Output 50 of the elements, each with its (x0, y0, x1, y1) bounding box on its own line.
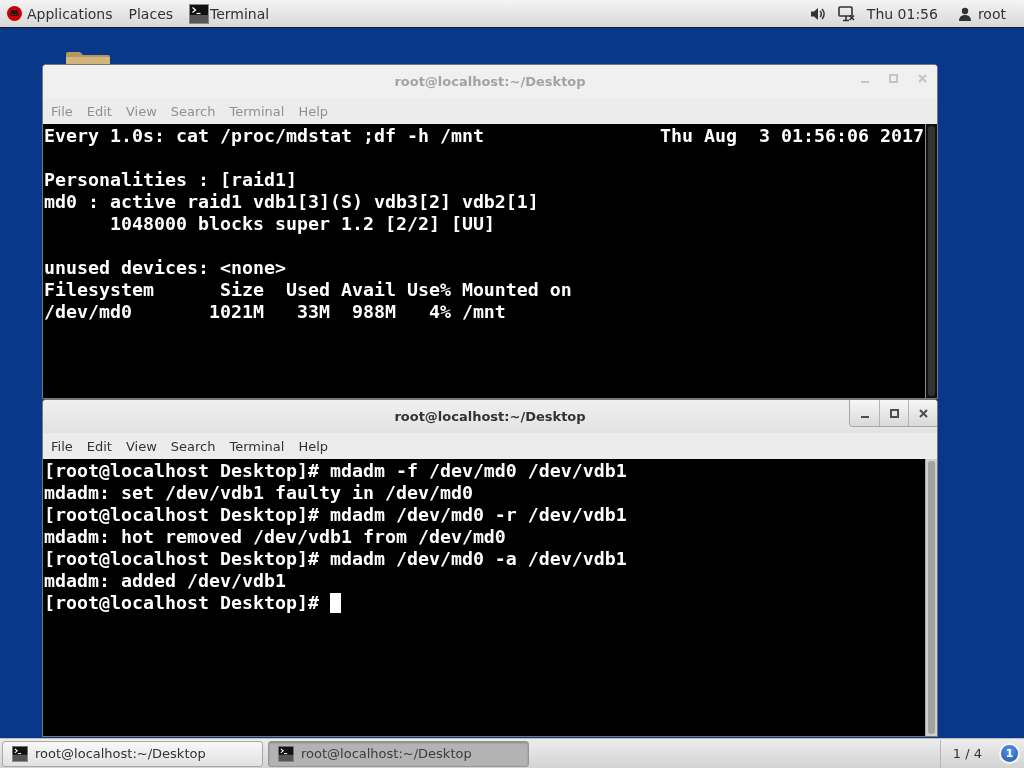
maximize-icon (889, 73, 898, 83)
terminal-line: 1048000 blocks super 1.2 [2/2] [UU] (110, 213, 495, 235)
taskbar-button[interactable]: root@localhost:~/Desktop (2, 740, 263, 767)
terminal-line: unused devices: <none> (44, 257, 286, 279)
scrollbar[interactable] (925, 124, 937, 398)
menu-item[interactable]: Terminal (222, 434, 292, 458)
minimize-icon (860, 415, 869, 418)
taskbar-button[interactable]: root@localhost:~/Desktop (268, 740, 529, 767)
terminal-line: md0 : active raid1 vdb1[3](S) vdb3[2] vdb2[1] (44, 191, 539, 213)
app-menu[interactable]: Terminal (188, 0, 270, 27)
menu-item[interactable]: Search (163, 434, 223, 458)
close-icon (918, 408, 928, 418)
scrollbar[interactable] (925, 459, 937, 736)
watch-command: Every 1.0s: cat /proc/mdstat ;df -h /mnt (44, 125, 484, 147)
maximize-button[interactable] (879, 400, 908, 426)
maximize-icon (889, 408, 899, 418)
hat-icon (7, 6, 22, 21)
minimize-button[interactable] (850, 400, 879, 426)
user-icon (957, 6, 972, 21)
terminal-icon (11, 745, 29, 762)
menu-item[interactable]: File (44, 434, 80, 458)
volume-icon[interactable] (809, 5, 826, 22)
menu-item[interactable]: Edit (79, 434, 119, 458)
close-button[interactable] (908, 400, 937, 426)
terminal-line: [root@localhost Desktop]# (44, 592, 319, 614)
terminal-line: mdadm: hot removed /dev/vdb1 from /dev/md0 (44, 526, 506, 548)
minimize-icon (860, 80, 869, 83)
menu-item[interactable]: View (118, 434, 164, 458)
menu-item[interactable]: Help (291, 434, 336, 458)
computer-icon[interactable] (837, 5, 855, 22)
places-menu[interactable]: Places (120, 0, 182, 27)
applications-menu[interactable]: Applications (0, 0, 121, 27)
window-title: root@localhost:~/Desktop (394, 408, 586, 424)
terminal-line: [root@localhost Desktop]# mdadm /dev/md0 -r /dev/vdb1 (44, 504, 627, 526)
terminal-line: [root@localhost Desktop]# mdadm -f /dev/md0 /dev/vdb1 (44, 460, 627, 482)
terminal-line: /dev/md0 1021M 33M 988M 4% /mnt (44, 301, 506, 323)
clock[interactable]: Thu 01:56 (860, 0, 950, 27)
close-icon (918, 73, 927, 83)
folder-icon (66, 52, 110, 64)
terminal-line: mdadm: set /dev/vdb1 faulty in /dev/md0 (44, 482, 473, 504)
terminal-line: [root@localhost Desktop]# mdadm /dev/md0 -a /dev/vdb1 (44, 548, 627, 570)
watch-timestamp: Thu Aug 3 01:56:06 2017 (660, 125, 924, 147)
terminal-icon (277, 745, 295, 762)
terminal-line: mdadm: added /dev/vdb1 (44, 570, 286, 592)
terminal-line: Personalities : [raid1] (44, 169, 297, 191)
terminal-line: Filesystem Size Used Avail Use% Mounted on (44, 279, 572, 301)
workspace-indicator[interactable]: 1 / 4 (939, 739, 994, 768)
notification-counter[interactable]: 1 (999, 743, 1020, 764)
user-menu[interactable]: root (949, 0, 1014, 27)
window-title: root@localhost:~/Desktop (394, 73, 586, 89)
